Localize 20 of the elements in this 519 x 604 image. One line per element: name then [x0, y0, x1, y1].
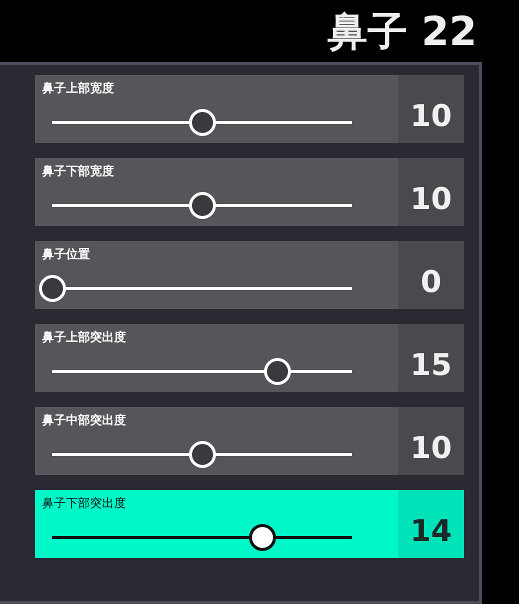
- slider-label: 鼻子下部宽度: [42, 163, 114, 180]
- slider-label: 鼻子位置: [42, 246, 90, 263]
- slider-label: 鼻子上部突出度: [42, 329, 126, 346]
- slider-row[interactable]: 鼻子下部宽度 10: [35, 158, 464, 226]
- slider-value: 15: [398, 324, 464, 392]
- slider-label: 鼻子上部宽度: [42, 80, 114, 97]
- slider-label: 鼻子下部突出度: [42, 495, 126, 512]
- slider-value: 10: [398, 75, 464, 143]
- slider-value: 0: [398, 241, 464, 309]
- slider-thumb[interactable]: [249, 524, 276, 551]
- slider-row[interactable]: 鼻子上部宽度 10: [35, 75, 464, 143]
- slider-row[interactable]: 鼻子下部突出度 14: [35, 490, 464, 558]
- slider-value: 10: [398, 407, 464, 475]
- slider-value: 14: [398, 490, 464, 558]
- slider-row[interactable]: 鼻子位置 0: [35, 241, 464, 309]
- slider-row[interactable]: 鼻子上部突出度 15: [35, 324, 464, 392]
- panel-title: 鼻子 22: [327, 8, 477, 56]
- slider-row[interactable]: 鼻子中部突出度 10: [35, 407, 464, 475]
- slider-label: 鼻子中部突出度: [42, 412, 126, 429]
- slider-value: 10: [398, 158, 464, 226]
